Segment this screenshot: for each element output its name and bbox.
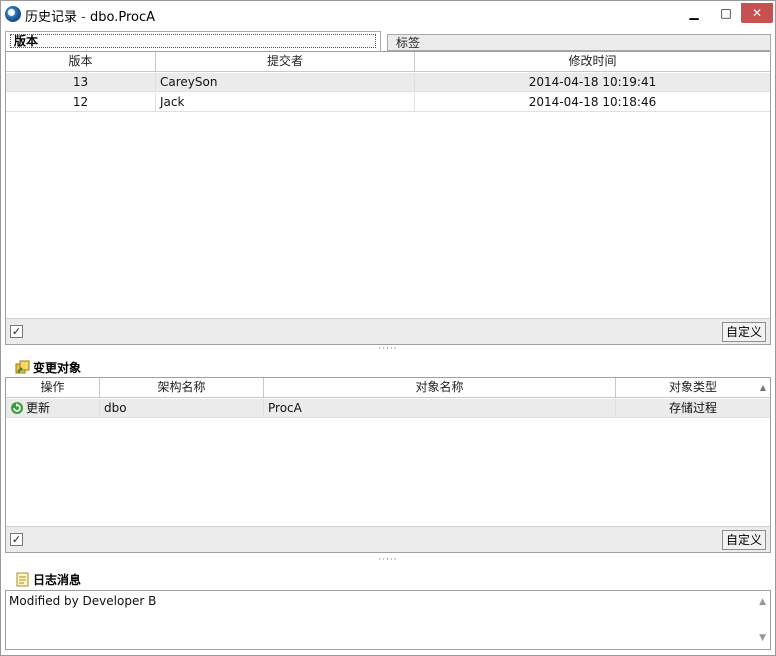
table-row[interactable]: 13 CareySon 2014-04-18 10:19:41 [6,73,770,92]
changed-objects-title-label: 变更对象 [33,361,82,375]
cell-committer: CareySon [156,73,415,92]
table-row[interactable]: 12 Jack 2014-04-18 10:18:46 [6,93,770,112]
app-logo-icon [5,6,21,22]
tab-labels[interactable]: 标签 [387,34,771,51]
column-header-object-type[interactable]: 对象类型 ▲ [616,378,770,398]
versions-grid: 版本 提交者 修改时间 13 CareySon 2014-04-18 10:19… [5,51,771,345]
changed-objects-grid-header: 操作 架构名称 对象名称 对象类型 ▲ [6,378,770,398]
window-title: 历史记录 - dbo.ProcA [25,6,155,25]
changed-objects-customize-button[interactable]: 自定义 [722,530,766,550]
column-header-operation[interactable]: 操作 [6,378,100,398]
column-header-schema[interactable]: 架构名称 [100,378,264,398]
versions-customize-button[interactable]: 自定义 [722,322,766,342]
cell-schema: dbo [100,399,264,418]
cell-operation-label: 更新 [26,401,51,415]
log-messages-title-label: 日志消息 [33,573,82,587]
column-header-object-type-label: 对象类型 [668,380,717,394]
log-messages-title: 日志消息 [15,571,81,588]
changed-objects-footer: ✓ 自定义 [6,526,770,552]
cell-operation: 更新 [6,399,100,418]
minimize-button[interactable]: ▁ [681,3,707,23]
cell-committer: Jack [156,93,415,112]
cell-modified-time: 2014-04-18 10:19:41 [528,75,657,89]
column-header-committer[interactable]: 提交者 [156,52,415,72]
close-button[interactable]: ✕ [741,3,773,23]
scroll-down-icon[interactable]: ▼ [759,633,766,643]
tab-labels-label: 标签 [396,36,421,50]
sort-ascending-icon: ▲ [759,383,766,392]
changed-objects-filter-checkbox[interactable]: ✓ [10,533,23,546]
splitter-handle[interactable]: ····· [5,345,771,354]
versions-footer: ✓ 自定义 [6,318,770,344]
tab-versions[interactable]: 版本 [5,31,381,51]
tab-strip: 版本 标签 [5,31,771,51]
versions-grid-header: 版本 提交者 修改时间 [6,52,770,72]
cell-version: 12 [6,93,156,112]
window-title-object: dbo.ProcA [89,10,156,25]
cell-object-name: ProcA [264,399,616,418]
log-message-text: Modified by Developer B [9,594,157,608]
title-bar: 历史记录 - dbo.ProcA ▁ □ ✕ [1,1,775,27]
refresh-icon [11,402,23,414]
tab-focus-rect [10,34,376,48]
changed-objects-grid: 操作 架构名称 对象名称 对象类型 ▲ 更新 dbo ProcA 存储过程 ✓ … [5,377,771,553]
versions-filter-checkbox[interactable]: ✓ [10,325,23,338]
maximize-button[interactable]: □ [713,3,739,23]
changed-objects-icon [15,360,30,374]
history-window: 历史记录 - dbo.ProcA ▁ □ ✕ 版本 标签 版本 提交者 修改时间… [0,0,776,656]
window-title-app: 历史记录 [25,10,78,25]
cell-object-type: 存储过程 [668,401,717,415]
cell-version: 13 [6,73,156,92]
scroll-up-icon[interactable]: ▲ [759,597,766,607]
table-row[interactable]: 更新 dbo ProcA 存储过程 [6,399,770,418]
window-title-separator: - [77,10,90,25]
column-header-modified-time[interactable]: 修改时间 [415,52,770,72]
log-icon [16,572,29,587]
log-message-box[interactable]: Modified by Developer B ▲ ▼ [5,590,771,650]
splitter-handle[interactable]: ····· [5,556,771,565]
changed-objects-title: 变更对象 [15,359,81,376]
column-header-object-name[interactable]: 对象名称 [264,378,616,398]
cell-modified-time: 2014-04-18 10:18:46 [528,95,657,109]
column-header-version[interactable]: 版本 [6,52,156,72]
